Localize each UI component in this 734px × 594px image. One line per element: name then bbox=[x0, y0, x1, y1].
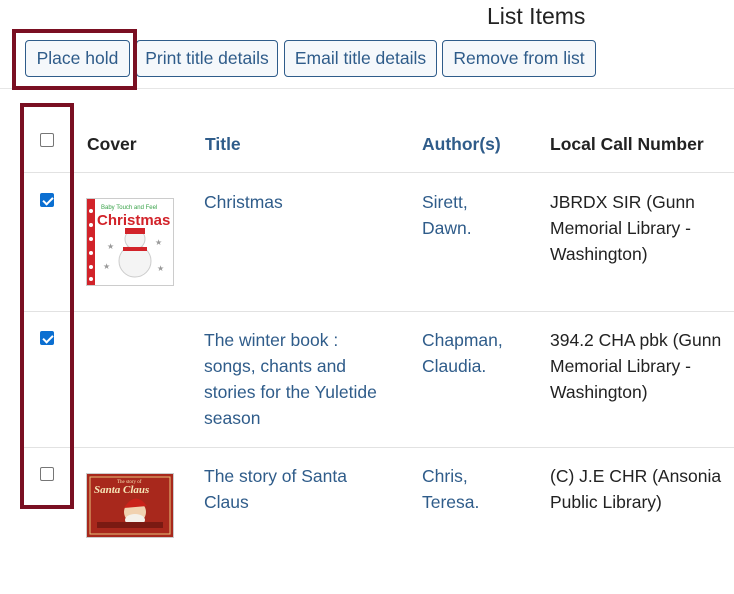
row-divider bbox=[24, 311, 734, 312]
column-header-title[interactable]: Title bbox=[205, 134, 241, 155]
column-header-cover: Cover bbox=[87, 134, 137, 154]
call-line: Washington) bbox=[550, 244, 648, 264]
checkbox-column-highlight bbox=[20, 103, 74, 509]
author-line: Claudia. bbox=[422, 356, 487, 376]
svg-text:★: ★ bbox=[155, 238, 162, 247]
author-line: Chris, bbox=[422, 466, 468, 486]
author-link[interactable]: Chapman, Claudia. bbox=[422, 327, 537, 379]
call-line: (C) J.E CHR (Ansonia bbox=[550, 466, 722, 486]
author-link[interactable]: Chris, Teresa. bbox=[422, 463, 537, 515]
author-line: Chapman, bbox=[422, 330, 503, 350]
title-link[interactable]: The winter book : songs, chants and stor… bbox=[204, 327, 404, 431]
column-header-call-number: Local Call Number bbox=[550, 134, 704, 154]
cover-subtitle: Baby Touch and Feel bbox=[101, 205, 157, 211]
toolbar: Place hold Print title details Email tit… bbox=[0, 0, 734, 90]
call-number: JBRDX SIR (Gunn Memorial Library - Washi… bbox=[550, 189, 734, 267]
select-all-checkbox[interactable] bbox=[40, 133, 54, 147]
remove-from-list-button[interactable]: Remove from list bbox=[442, 40, 596, 77]
call-line: JBRDX SIR (Gunn bbox=[550, 192, 695, 212]
svg-text:★: ★ bbox=[157, 264, 164, 273]
author-line: Sirett, bbox=[422, 192, 468, 212]
author-line: Teresa. bbox=[422, 492, 480, 512]
title-link[interactable]: The story of Santa Claus bbox=[204, 463, 404, 515]
title-line: stories for the Yuletide bbox=[204, 382, 377, 402]
title-line: Christmas bbox=[204, 192, 283, 212]
row-select-checkbox[interactable] bbox=[40, 193, 54, 207]
row-divider bbox=[24, 447, 734, 448]
author-line: Dawn. bbox=[422, 218, 472, 238]
call-number: 394.2 CHA pbk (Gunn Memorial Library - W… bbox=[550, 327, 734, 405]
cover-title: Santa Claus bbox=[94, 484, 149, 496]
row-divider bbox=[24, 172, 734, 173]
title-line: season bbox=[204, 408, 261, 428]
email-title-details-button[interactable]: Email title details bbox=[284, 40, 437, 77]
santa-claus-book-cover-icon[interactable]: The story of Santa Claus bbox=[86, 473, 174, 538]
call-line: Washington) bbox=[550, 382, 648, 402]
svg-text:★: ★ bbox=[107, 242, 114, 251]
toolbar-divider bbox=[0, 88, 734, 89]
print-title-details-button[interactable]: Print title details bbox=[136, 40, 278, 77]
cover-title: Christmas bbox=[97, 212, 170, 229]
title-line: songs, chants and bbox=[204, 356, 347, 376]
call-line: 394.2 CHA pbk (Gunn bbox=[550, 330, 722, 350]
christmas-book-cover-icon[interactable]: Baby Touch and Feel Christmas ★ ★ ★ ★ bbox=[86, 198, 174, 286]
row-select-checkbox[interactable] bbox=[40, 467, 54, 481]
call-line: Memorial Library - bbox=[550, 356, 691, 376]
place-hold-button[interactable]: Place hold bbox=[25, 40, 130, 77]
title-line: The story of Santa bbox=[204, 466, 347, 486]
call-line: Memorial Library - bbox=[550, 218, 691, 238]
column-header-authors[interactable]: Author(s) bbox=[422, 134, 501, 155]
title-line: The winter book : bbox=[204, 330, 339, 350]
call-line: Public Library) bbox=[550, 492, 662, 512]
svg-text:★: ★ bbox=[103, 262, 110, 271]
author-link[interactable]: Sirett, Dawn. bbox=[422, 189, 537, 241]
call-number: (C) J.E CHR (Ansonia Public Library) bbox=[550, 463, 734, 515]
title-link[interactable]: Christmas bbox=[204, 189, 404, 215]
title-line: Claus bbox=[204, 492, 249, 512]
row-select-checkbox[interactable] bbox=[40, 331, 54, 345]
